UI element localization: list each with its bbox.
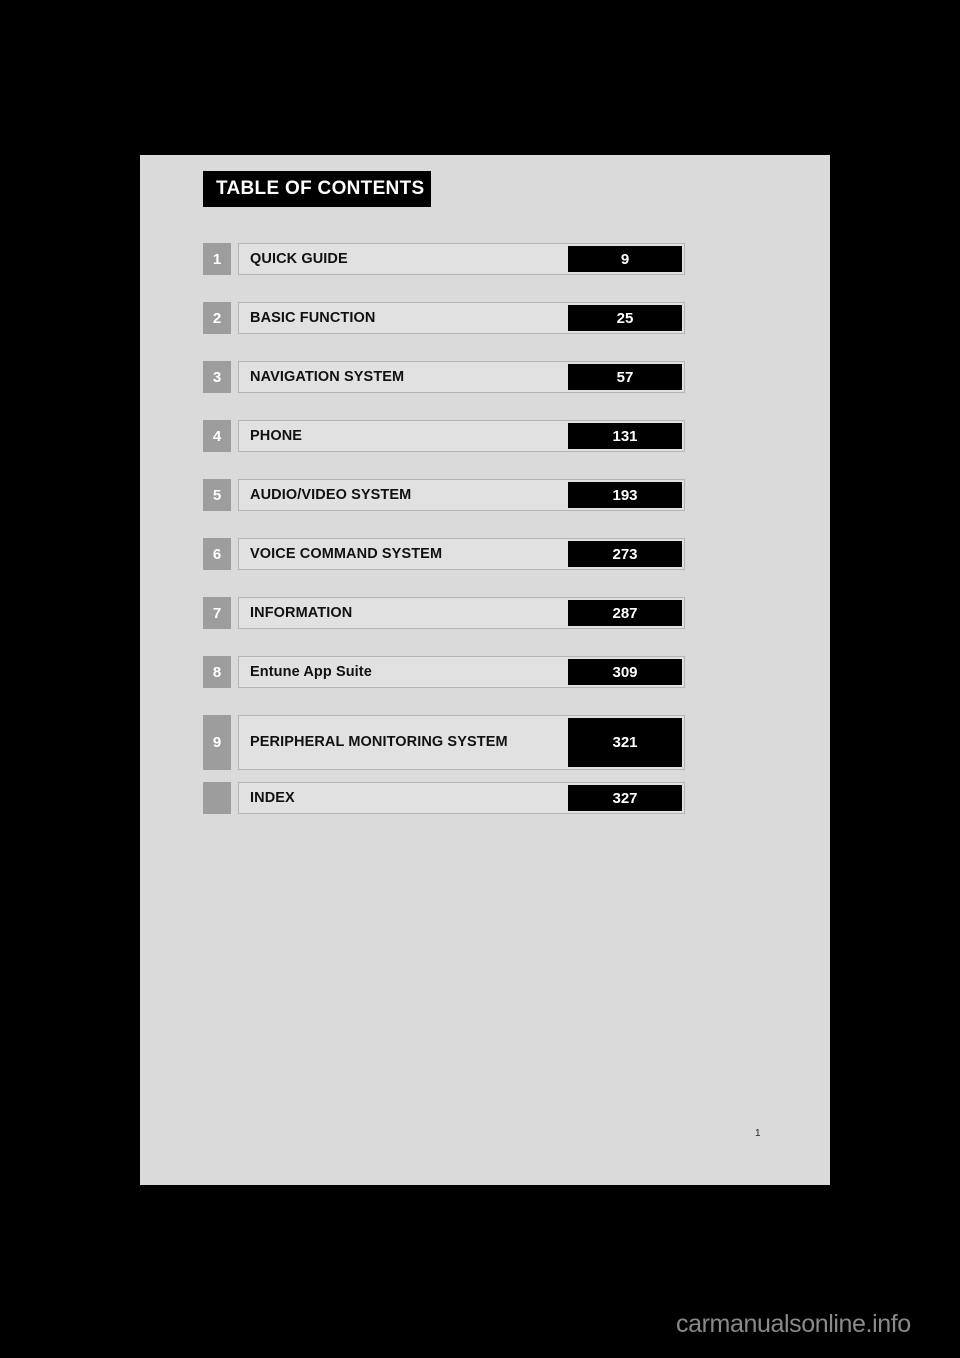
toc-chapter-number: 6	[203, 538, 231, 570]
toc-page-number: 25	[568, 305, 682, 331]
toc-row-body[interactable]: VOICE COMMAND SYSTEM 273	[238, 538, 685, 570]
toc-page-number: 273	[568, 541, 682, 567]
toc-chapter-title: PERIPHERAL MONITORING SYSTEM	[250, 734, 508, 751]
table-of-contents-title: TABLE OF CONTENTS	[216, 178, 425, 199]
toc-row-body[interactable]: AUDIO/VIDEO SYSTEM 193	[238, 479, 685, 511]
toc-row[interactable]: 6 VOICE COMMAND SYSTEM 273	[203, 538, 685, 570]
toc-chapter-number: 4	[203, 420, 231, 452]
toc-row[interactable]: 3 NAVIGATION SYSTEM 57	[203, 361, 685, 393]
toc-chapter-title: QUICK GUIDE	[250, 250, 348, 267]
toc-chapter-number: 3	[203, 361, 231, 393]
toc-row[interactable]: 9 PERIPHERAL MONITORING SYSTEM 321	[203, 715, 685, 770]
toc-chapter-title: BASIC FUNCTION	[250, 309, 376, 326]
toc-chapter-title: INFORMATION	[250, 604, 353, 621]
table-of-contents-banner: TABLE OF CONTENTS	[203, 171, 431, 207]
toc-row[interactable]: 1 QUICK GUIDE 9	[203, 243, 685, 275]
toc-chapter-number	[203, 782, 231, 814]
toc-chapter-number: 9	[203, 715, 231, 770]
toc-chapter-title: Entune App Suite	[250, 663, 372, 680]
toc-chapter-number: 7	[203, 597, 231, 629]
toc-row-body[interactable]: NAVIGATION SYSTEM 57	[238, 361, 685, 393]
toc-chapter-title: PHONE	[250, 427, 303, 444]
toc-row-body[interactable]: PERIPHERAL MONITORING SYSTEM 321	[238, 715, 685, 770]
toc-row[interactable]: 4 PHONE 131	[203, 420, 685, 452]
toc-page-number: 193	[568, 482, 682, 508]
toc-row[interactable]: 8 Entune App Suite 309	[203, 656, 685, 688]
toc-row[interactable]: INDEX 327	[203, 782, 685, 814]
toc-page-number: 57	[568, 364, 682, 390]
toc-row-body[interactable]: Entune App Suite 309	[238, 656, 685, 688]
toc-row[interactable]: 2 BASIC FUNCTION 25	[203, 302, 685, 334]
toc-row[interactable]: 7 INFORMATION 287	[203, 597, 685, 629]
toc-chapter-number: 1	[203, 243, 231, 275]
toc-row-body[interactable]: INFORMATION 287	[238, 597, 685, 629]
toc-page-number: 287	[568, 600, 682, 626]
toc-page-number: 309	[568, 659, 682, 685]
toc-row[interactable]: 5 AUDIO/VIDEO SYSTEM 193	[203, 479, 685, 511]
toc-chapter-number: 8	[203, 656, 231, 688]
toc-row-body[interactable]: PHONE 131	[238, 420, 685, 452]
screenshot-root: TABLE OF CONTENTS 1 QUICK GUIDE 9 2 BASIC FU…	[0, 0, 960, 1358]
toc-page-number: 9	[568, 246, 682, 272]
toc-chapter-title: VOICE COMMAND SYSTEM	[250, 545, 443, 562]
toc-chapter-number: 2	[203, 302, 231, 334]
page-folio-number: 1	[755, 1128, 761, 1139]
site-watermark: carmanualsonline.info	[676, 1310, 911, 1338]
toc-chapter-title: NAVIGATION SYSTEM	[250, 368, 405, 385]
toc-row-body[interactable]: BASIC FUNCTION 25	[238, 302, 685, 334]
toc-row-body[interactable]: QUICK GUIDE 9	[238, 243, 685, 275]
toc-page-number: 321	[568, 718, 682, 767]
toc-chapter-number: 5	[203, 479, 231, 511]
table-of-contents-list: 1 QUICK GUIDE 9 2 BASIC FUNCTION 25 3 NAVIGATIO…	[203, 243, 685, 841]
toc-page-number: 131	[568, 423, 682, 449]
toc-chapter-title: INDEX	[250, 789, 295, 806]
toc-page-number: 327	[568, 785, 682, 811]
toc-row-body[interactable]: INDEX 327	[238, 782, 685, 814]
toc-chapter-title: AUDIO/VIDEO SYSTEM	[250, 486, 412, 503]
